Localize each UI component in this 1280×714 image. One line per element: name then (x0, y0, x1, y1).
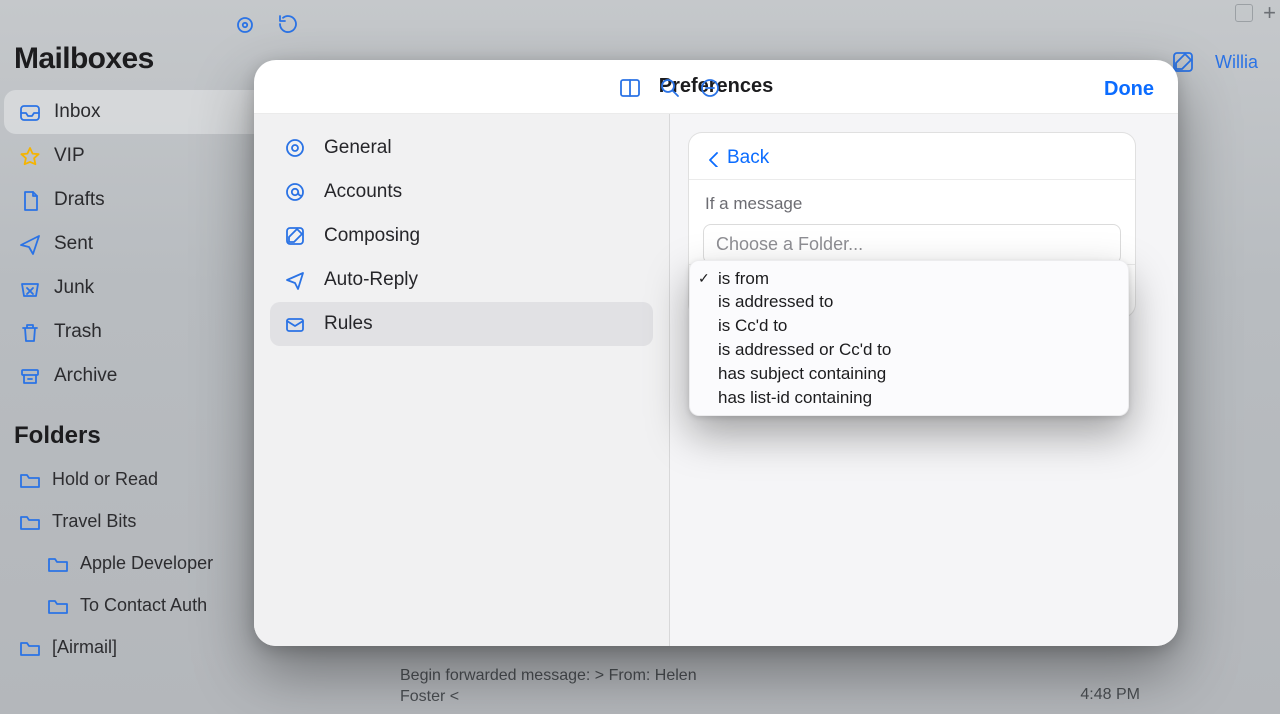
pref-item-label: Composing (324, 225, 420, 247)
search-icon[interactable] (658, 76, 680, 98)
dropdown-option[interactable]: is addressed to (690, 290, 1128, 314)
chevron-left-icon (705, 149, 723, 167)
badge-icon[interactable] (698, 76, 720, 98)
envelope-rules-icon (284, 313, 306, 335)
pref-item-rules[interactable]: Rules (270, 302, 653, 346)
preferences-header: Preferences Done (254, 60, 1178, 114)
pref-item-auto-reply[interactable]: Auto-Reply (270, 258, 653, 302)
pref-item-general[interactable]: General (270, 126, 653, 170)
compose-icon (284, 225, 306, 247)
rule-card: Back If a message is from is addressed t… (688, 132, 1136, 318)
pref-item-label: Auto-Reply (324, 269, 418, 291)
preferences-content: Back If a message is from is addressed t… (670, 114, 1178, 646)
dropdown-option[interactable]: is Cc'd to (690, 314, 1128, 338)
gear-icon (284, 137, 306, 159)
pref-item-label: Accounts (324, 181, 402, 203)
dropdown-option[interactable]: has subject containing (690, 362, 1128, 386)
condition-label: If a message (705, 194, 1119, 214)
folder-select[interactable]: Choose a Folder... (703, 224, 1121, 264)
header-icon-group (618, 60, 720, 114)
pref-item-label: General (324, 137, 392, 159)
condition-dropdown[interactable]: is from is addressed to is Cc'd to is ad… (689, 260, 1129, 416)
done-button[interactable]: Done (1098, 74, 1160, 105)
airplane-icon (284, 269, 306, 291)
at-icon (284, 181, 306, 203)
pref-item-label: Rules (324, 313, 373, 335)
preferences-popover: Preferences Done General Accounts Compos… (254, 60, 1178, 646)
back-label: Back (727, 147, 769, 169)
pref-item-accounts[interactable]: Accounts (270, 170, 653, 214)
preferences-sidebar: General Accounts Composing Auto-Reply Ru… (254, 114, 670, 646)
folder-placeholder: Choose a Folder... (716, 234, 863, 255)
dropdown-option[interactable]: has list-id containing (690, 386, 1128, 415)
pane-toggle-icon[interactable] (618, 76, 640, 98)
dropdown-option[interactable]: is from (690, 261, 1128, 290)
dropdown-option[interactable]: is addressed or Cc'd to (690, 338, 1128, 362)
pref-item-composing[interactable]: Composing (270, 214, 653, 258)
back-button[interactable]: Back (703, 143, 771, 173)
